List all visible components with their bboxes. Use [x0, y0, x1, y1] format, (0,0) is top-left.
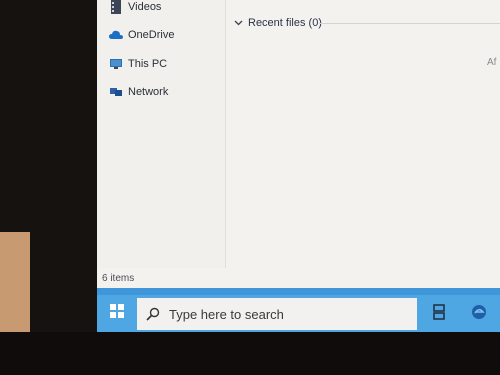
- nav-item-onedrive[interactable]: OneDrive: [109, 26, 174, 44]
- taskbar: Type here to search: [97, 295, 500, 332]
- network-icon: [109, 85, 123, 99]
- nav-item-network[interactable]: Network: [109, 83, 168, 101]
- column-header[interactable]: Af: [487, 57, 496, 68]
- nav-item-label: Network: [128, 86, 169, 98]
- task-view-icon: [433, 303, 445, 325]
- screen: Videos OneDrive This PC Network Recent f…: [97, 0, 500, 332]
- taskbar-accent-line: [97, 288, 500, 295]
- status-bar-item-count: 6 items: [102, 272, 135, 284]
- section-title: Recent files (0): [248, 17, 322, 29]
- search-icon: [144, 305, 162, 323]
- start-button[interactable]: [105, 300, 129, 326]
- monitor-bezel-bottom: [0, 332, 500, 375]
- this-pc-icon: [109, 57, 123, 71]
- task-view-button[interactable]: [431, 303, 447, 325]
- chevron-down-icon: [232, 17, 244, 29]
- nav-item-label: Videos: [128, 1, 162, 13]
- recent-files-header[interactable]: Recent files (0): [232, 14, 322, 32]
- taskbar-app-button[interactable]: [469, 303, 489, 325]
- edge-browser-icon: [471, 304, 487, 325]
- videos-folder-icon: [109, 0, 123, 14]
- taskbar-search-box[interactable]: Type here to search: [137, 298, 417, 330]
- nav-item-label: OneDrive: [128, 29, 175, 41]
- nav-item-label: This PC: [128, 58, 168, 70]
- nav-item-videos[interactable]: Videos: [109, 0, 161, 16]
- content-pane: Recent files (0): [226, 0, 500, 268]
- navigation-pane[interactable]: Videos OneDrive This PC Network: [97, 0, 226, 268]
- search-placeholder: Type here to search: [169, 306, 284, 322]
- file-explorer-window: Videos OneDrive This PC Network Recent f…: [97, 0, 500, 288]
- onedrive-cloud-icon: [109, 28, 123, 42]
- nav-item-this-pc[interactable]: This PC: [109, 55, 167, 73]
- section-divider: [319, 23, 500, 24]
- windows-logo-icon: [110, 303, 124, 323]
